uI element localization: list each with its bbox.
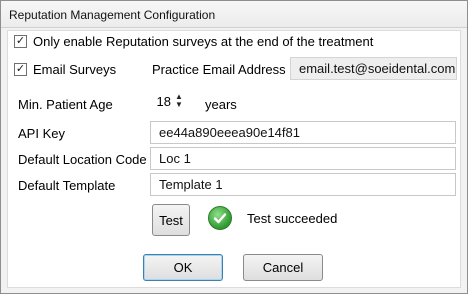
practice-email-label: Practice Email Address <box>152 62 286 77</box>
email-surveys-checkbox[interactable]: ✓ <box>14 63 27 76</box>
checkmark-icon <box>213 213 227 224</box>
template-label: Default Template <box>18 178 116 193</box>
cancel-button[interactable]: Cancel <box>243 254 323 281</box>
template-input[interactable]: Template 1 <box>150 173 456 196</box>
email-surveys-label: Email Surveys <box>33 62 117 77</box>
test-status-text: Test succeeded <box>247 211 338 226</box>
check-circle-icon <box>208 206 232 230</box>
end-of-treatment-label: Only enable Reputation surveys at the en… <box>33 34 374 49</box>
min-age-label: Min. Patient Age <box>18 97 113 112</box>
end-of-treatment-option[interactable]: ✓ Only enable Reputation surveys at the … <box>14 34 373 49</box>
min-age-stepper[interactable]: 18 ▲ ▼ <box>147 93 184 109</box>
location-code-input[interactable]: Loc 1 <box>150 147 456 170</box>
title-bar[interactable]: Reputation Management Configuration <box>1 1 467 28</box>
min-age-value[interactable]: 18 <box>147 94 171 109</box>
test-button[interactable]: Test <box>152 204 190 236</box>
location-code-label: Default Location Code <box>18 152 147 167</box>
ok-button[interactable]: OK <box>143 254 223 281</box>
end-of-treatment-checkbox[interactable]: ✓ <box>14 35 27 48</box>
email-surveys-option[interactable]: ✓ Email Surveys <box>14 62 116 77</box>
window-title: Reputation Management Configuration <box>9 8 216 22</box>
arrow-down-icon[interactable]: ▼ <box>174 101 184 109</box>
api-key-label: API Key <box>18 126 65 141</box>
api-key-input[interactable]: ee44a890eeea90e14f81 <box>150 121 456 144</box>
practice-email-field: email.test@soeidental.com <box>290 57 457 80</box>
min-age-unit: years <box>205 97 237 112</box>
stepper-arrows[interactable]: ▲ ▼ <box>174 93 184 109</box>
dialog-window: Reputation Management Configuration ✓ On… <box>0 0 468 294</box>
